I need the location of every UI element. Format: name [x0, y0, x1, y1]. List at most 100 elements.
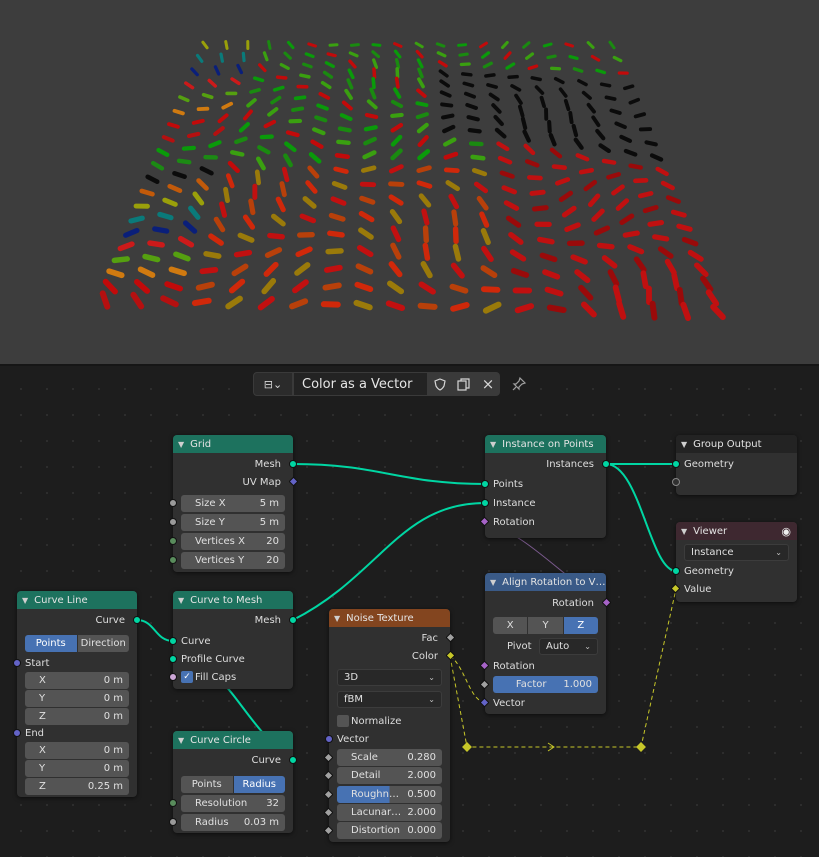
socket-size-y[interactable]: [169, 518, 177, 526]
node-align-rotation[interactable]: ▼ Align Rotation to V… Rotation X Y Z Piv…: [479, 573, 612, 714]
fill-caps-checkbox[interactable]: ✓: [181, 671, 193, 683]
socket-profile-in[interactable]: [169, 655, 177, 663]
axis-x-button[interactable]: X: [493, 617, 528, 634]
axis-y-button[interactable]: Y: [528, 617, 563, 634]
socket-instance-in[interactable]: [481, 499, 489, 507]
end-y-field[interactable]: Y0 m: [25, 760, 129, 777]
instance-cylinder: [642, 205, 659, 214]
socket-instances-out[interactable]: [602, 460, 610, 468]
node-instance-on-points-header[interactable]: ▼ Instance on Points: [485, 435, 606, 453]
socket-radius[interactable]: [169, 818, 177, 826]
socket-vertices-y[interactable]: [169, 556, 177, 564]
socket-curve-out[interactable]: [289, 756, 297, 764]
vertices-y-field[interactable]: Vertices Y 20: [181, 552, 285, 569]
resolution-field[interactable]: Resolution 32: [181, 795, 285, 812]
node-curve-line-header[interactable]: ▼ Curve Line: [17, 591, 137, 609]
pin-icon[interactable]: [506, 372, 532, 396]
instance-cylinder: [299, 213, 317, 224]
socket-fill-caps[interactable]: [169, 673, 177, 681]
normalize-checkbox[interactable]: [337, 715, 349, 727]
roughness-field[interactable]: Roughn… 0.500: [337, 786, 442, 803]
node-instance-on-points[interactable]: ▼ Instance on Points Instances Points Ins…: [479, 435, 610, 538]
factor-field[interactable]: Factor 1.000: [493, 676, 598, 693]
editor-type-dropdown[interactable]: ⊟⌄: [253, 372, 293, 396]
instance-cylinder: [484, 73, 496, 78]
close-icon[interactable]: ×: [476, 372, 500, 396]
pivot-dropdown[interactable]: Auto ⌄: [539, 638, 598, 655]
end-z-field[interactable]: Z 0.25 m: [25, 778, 129, 795]
socket-start[interactable]: [13, 659, 21, 667]
noise-type-dropdown[interactable]: fBM ⌄: [337, 691, 442, 708]
instance-cylinder: [416, 180, 433, 189]
chevron-down-icon[interactable]: ▼: [334, 614, 340, 623]
node-group-output-header[interactable]: ▼ Group Output: [676, 435, 797, 453]
mode-selector[interactable]: Points Direction: [25, 635, 129, 652]
start-z-field[interactable]: Z0 m: [25, 708, 129, 725]
node-viewer[interactable]: ▼ Viewer ◉ Instance ⌄ Geometry Value: [670, 522, 797, 602]
size-x-field[interactable]: Size X5 m: [181, 495, 285, 512]
eye-icon[interactable]: ◉: [781, 525, 791, 538]
node-curve-circle-header[interactable]: ▼ Curve Circle: [173, 731, 293, 749]
axis-selector[interactable]: X Y Z: [493, 617, 598, 634]
node-editor[interactable]: ⊟⌄ Color as a Vector × ▼ Grid Mesh UV Map…: [0, 366, 819, 857]
socket-resolution[interactable]: [169, 799, 177, 807]
mode-selector[interactable]: Points Radius: [181, 776, 285, 793]
chevron-down-icon[interactable]: ▼: [22, 596, 28, 605]
domain-dropdown[interactable]: Instance ⌄: [684, 544, 789, 561]
end-x-field[interactable]: X0 m: [25, 742, 129, 759]
socket-geometry-in[interactable]: [672, 460, 680, 468]
3d-viewport[interactable]: [0, 0, 819, 364]
scale-field[interactable]: Scale 0.280: [337, 749, 442, 766]
socket-points-in[interactable]: [481, 480, 489, 488]
duplicate-icon[interactable]: [452, 372, 476, 396]
node-align-rotation-header[interactable]: ▼ Align Rotation to V…: [485, 573, 606, 591]
socket-mesh-out[interactable]: [289, 460, 297, 468]
chevron-down-icon[interactable]: ▼: [490, 440, 496, 449]
node-curve-circle[interactable]: ▼ Curve Circle Curve Points Radius Resolu…: [169, 731, 297, 833]
start-y-field[interactable]: Y0 m: [25, 690, 129, 707]
instance-cylinder: [99, 290, 111, 310]
node-curve-line[interactable]: ▼ Curve Line Curve Points Direction Start…: [13, 591, 141, 797]
mode-radius-button[interactable]: Radius: [233, 776, 285, 793]
node-noise-texture-header[interactable]: ▼ Noise Texture: [329, 609, 450, 627]
shield-icon[interactable]: [428, 372, 452, 396]
axis-z-button[interactable]: Z: [563, 617, 598, 634]
node-group-output[interactable]: ▼ Group Output Geometry: [672, 435, 797, 495]
node-grid[interactable]: ▼ Grid Mesh UV Map Size X5 m Size Y5 m Ve…: [169, 435, 299, 572]
socket-end[interactable]: [13, 729, 21, 737]
chevron-down-icon[interactable]: ▼: [490, 578, 496, 587]
mode-points-button[interactable]: Points: [181, 776, 233, 793]
node-tree-name-field[interactable]: Color as a Vector: [293, 372, 428, 396]
radius-field[interactable]: Radius 0.03 m: [181, 814, 285, 831]
size-y-field[interactable]: Size Y5 m: [181, 514, 285, 531]
chevron-down-icon[interactable]: ▼: [681, 440, 687, 449]
start-x-field[interactable]: X0 m: [25, 672, 129, 689]
node-viewer-header[interactable]: ▼ Viewer ◉: [676, 522, 797, 540]
chevron-down-icon[interactable]: ▼: [178, 596, 184, 605]
socket-vertices-x[interactable]: [169, 537, 177, 545]
detail-field[interactable]: Detail 2.000: [337, 767, 442, 784]
node-curve-to-mesh-header[interactable]: ▼ Curve to Mesh: [173, 591, 293, 609]
mode-points-button[interactable]: Points: [25, 635, 77, 652]
dimensions-dropdown[interactable]: 3D ⌄: [337, 669, 442, 686]
chevron-down-icon[interactable]: ▼: [178, 440, 184, 449]
socket-vector-in[interactable]: [325, 735, 333, 743]
node-noise-texture[interactable]: ▼ Noise Texture Fac Color 3D ⌄ fBM ⌄ Normal…: [323, 609, 456, 842]
socket-empty[interactable]: [672, 478, 680, 486]
chevron-down-icon[interactable]: ▼: [178, 736, 184, 745]
instance-cylinder: [619, 213, 635, 226]
instance-cylinder: [415, 101, 429, 108]
vertices-x-field[interactable]: Vertices X 20: [181, 533, 285, 550]
lacunarity-field[interactable]: Lacunar… 2.000: [337, 804, 442, 821]
socket-mesh-out[interactable]: [289, 616, 297, 624]
node-grid-header[interactable]: ▼ Grid: [173, 435, 293, 453]
chevron-down-icon[interactable]: ▼: [681, 527, 687, 536]
distortion-field[interactable]: Distortion 0.000: [337, 822, 442, 839]
node-curve-to-mesh[interactable]: ▼ Curve to Mesh Mesh Curve Profile Curve …: [169, 591, 297, 689]
mode-direction-button[interactable]: Direction: [77, 635, 129, 652]
socket-curve-in[interactable]: [169, 637, 177, 645]
input-points: Points: [493, 478, 524, 490]
socket-geometry-in[interactable]: [672, 567, 680, 575]
socket-size-x[interactable]: [169, 499, 177, 507]
socket-curve-out[interactable]: [133, 616, 141, 624]
